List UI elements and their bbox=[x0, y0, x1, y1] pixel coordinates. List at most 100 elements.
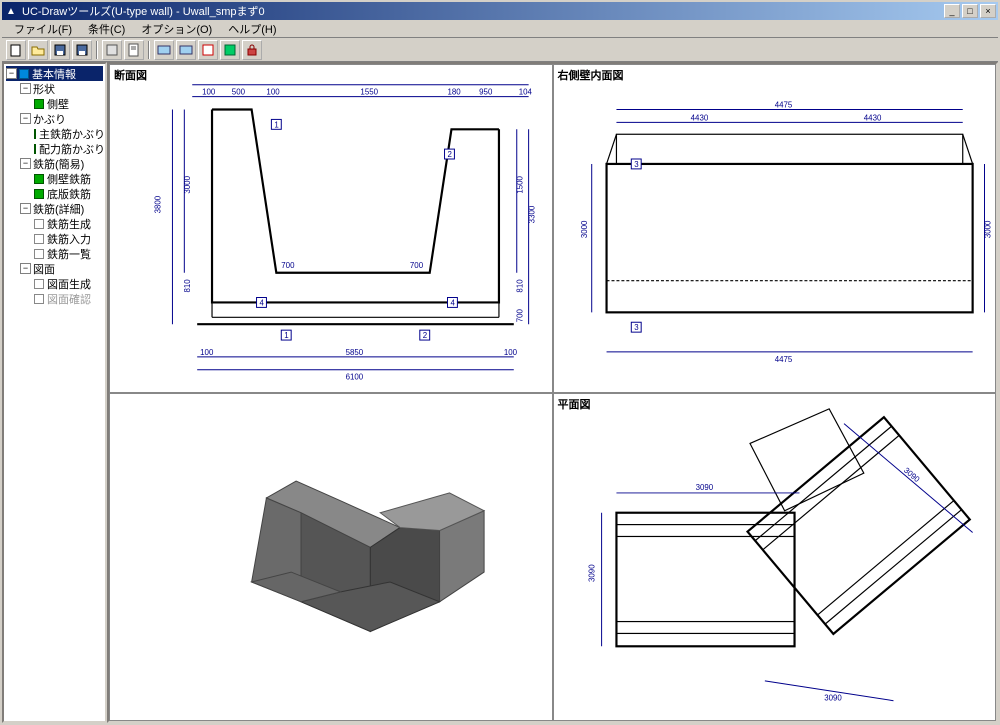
view4-icon[interactable] bbox=[220, 40, 240, 60]
svg-text:1: 1 bbox=[274, 120, 279, 129]
svg-text:4: 4 bbox=[260, 298, 265, 307]
svg-text:3000: 3000 bbox=[183, 175, 192, 193]
tree-label: 鉄筋(簡易) bbox=[33, 156, 84, 172]
tree-label: 鉄筋入力 bbox=[47, 231, 91, 247]
tree-main-cover[interactable]: 主鉄筋かぶり bbox=[6, 126, 103, 141]
svg-text:4: 4 bbox=[450, 298, 455, 307]
tree-root[interactable]: −基本情報 bbox=[6, 66, 103, 81]
tree-label: 底版鉄筋 bbox=[47, 186, 91, 202]
window-title: UC-Drawツールズ(U-type wall) - Uwall_smpまず0 bbox=[22, 3, 944, 19]
tree-drawing[interactable]: −図面 bbox=[6, 261, 103, 276]
tree-drawing-gen[interactable]: 図面生成 bbox=[6, 276, 103, 291]
tree-shape[interactable]: −形状 bbox=[6, 81, 103, 96]
save-as-icon[interactable] bbox=[72, 40, 92, 60]
svg-text:4475: 4475 bbox=[774, 355, 792, 364]
svg-text:950: 950 bbox=[479, 88, 493, 97]
tree-base-rebar[interactable]: 底版鉄筋 bbox=[6, 186, 103, 201]
close-button[interactable]: × bbox=[980, 4, 996, 18]
menubar: ファイル(F) 条件(C) オプション(O) ヘルプ(H) bbox=[2, 20, 998, 38]
view3-icon[interactable] bbox=[198, 40, 218, 60]
svg-text:4430: 4430 bbox=[690, 113, 708, 122]
app-window: ▲ UC-Drawツールズ(U-type wall) - Uwall_smpまず… bbox=[0, 0, 1000, 725]
calc-icon[interactable] bbox=[102, 40, 122, 60]
svg-text:3000: 3000 bbox=[579, 220, 588, 238]
svg-text:2: 2 bbox=[447, 150, 451, 159]
tree-rebar-gen[interactable]: 鉄筋生成 bbox=[6, 216, 103, 231]
svg-text:3000: 3000 bbox=[983, 220, 992, 238]
tree-dist-cover[interactable]: 配力筋かぶり bbox=[6, 141, 103, 156]
tree-label: 図面 bbox=[33, 261, 55, 277]
tree-wall-rebar[interactable]: 側壁鉄筋 bbox=[6, 171, 103, 186]
menu-options[interactable]: オプション(O) bbox=[133, 20, 220, 38]
svg-text:700: 700 bbox=[516, 308, 525, 322]
tree-rebar-list[interactable]: 鉄筋一覧 bbox=[6, 246, 103, 261]
svg-text:810: 810 bbox=[183, 279, 192, 293]
svg-text:104: 104 bbox=[519, 88, 533, 97]
view-label-rightwall: 右側壁内面図 bbox=[558, 67, 624, 83]
lock-icon[interactable] bbox=[242, 40, 262, 60]
menu-help[interactable]: ヘルプ(H) bbox=[220, 20, 284, 38]
minimize-button[interactable]: _ bbox=[944, 4, 960, 18]
svg-text:700: 700 bbox=[281, 261, 295, 270]
view-3d[interactable] bbox=[109, 393, 553, 722]
tree-rebar-simple[interactable]: −鉄筋(簡易) bbox=[6, 156, 103, 171]
svg-text:5850: 5850 bbox=[346, 348, 364, 357]
svg-text:3: 3 bbox=[634, 323, 639, 332]
tree-rebar-input[interactable]: 鉄筋入力 bbox=[6, 231, 103, 246]
view2-icon[interactable] bbox=[176, 40, 196, 60]
tree-drawing-confirm[interactable]: 図面確認 bbox=[6, 291, 103, 306]
view-plan[interactable]: 平面図 bbox=[553, 393, 997, 722]
svg-text:100: 100 bbox=[200, 348, 214, 357]
svg-text:1500: 1500 bbox=[516, 175, 525, 193]
tree-label: 側壁 bbox=[47, 96, 69, 112]
menu-condition[interactable]: 条件(C) bbox=[80, 20, 133, 38]
svg-text:100: 100 bbox=[504, 348, 518, 357]
titlebar: ▲ UC-Drawツールズ(U-type wall) - Uwall_smpまず… bbox=[2, 2, 998, 20]
svg-text:3090: 3090 bbox=[695, 482, 713, 491]
svg-text:3090: 3090 bbox=[824, 693, 842, 702]
viewport: 断面図 100 500 100 1550 180 950 bbox=[107, 62, 998, 723]
menu-file[interactable]: ファイル(F) bbox=[6, 20, 80, 38]
tree-label: 図面生成 bbox=[47, 276, 91, 292]
svg-text:1550: 1550 bbox=[360, 88, 378, 97]
svg-text:4475: 4475 bbox=[774, 101, 792, 110]
svg-text:100: 100 bbox=[266, 88, 280, 97]
tree-label: 形状 bbox=[33, 81, 55, 97]
model-3d-icon bbox=[252, 481, 485, 631]
new-file-icon[interactable] bbox=[6, 40, 26, 60]
view-label-section: 断面図 bbox=[114, 67, 147, 83]
svg-text:3: 3 bbox=[634, 160, 639, 169]
tree-label: 鉄筋生成 bbox=[47, 216, 91, 232]
tree-cover[interactable]: −かぶり bbox=[6, 111, 103, 126]
maximize-button[interactable]: □ bbox=[962, 4, 978, 18]
view-icon[interactable] bbox=[154, 40, 174, 60]
svg-text:3800: 3800 bbox=[154, 195, 163, 213]
tree-label: 図面確認 bbox=[47, 291, 91, 307]
svg-text:3300: 3300 bbox=[528, 205, 537, 223]
tree-label: 主鉄筋かぶり bbox=[39, 126, 105, 142]
tree-label: 側壁鉄筋 bbox=[47, 171, 91, 187]
tree-label: 鉄筋(詳細) bbox=[33, 201, 84, 217]
doc-icon[interactable] bbox=[124, 40, 144, 60]
svg-text:700: 700 bbox=[410, 261, 424, 270]
view-section[interactable]: 断面図 100 500 100 1550 180 950 bbox=[109, 64, 553, 393]
view-label-plan: 平面図 bbox=[558, 396, 591, 412]
toolbar-separator bbox=[148, 41, 150, 59]
svg-text:6100: 6100 bbox=[346, 373, 364, 382]
app-icon: ▲ bbox=[4, 4, 18, 18]
svg-text:810: 810 bbox=[516, 279, 525, 293]
tree-label: かぶり bbox=[33, 111, 66, 127]
svg-text:1: 1 bbox=[284, 331, 289, 340]
tree-panel[interactable]: −基本情報 −形状 側壁 −かぶり 主鉄筋かぶり 配力筋かぶり −鉄筋(簡易) … bbox=[2, 62, 107, 723]
tree-label: 配力筋かぶり bbox=[39, 141, 105, 157]
open-file-icon[interactable] bbox=[28, 40, 48, 60]
tree-root-label: 基本情報 bbox=[32, 66, 76, 82]
svg-text:180: 180 bbox=[447, 88, 461, 97]
view-right-wall[interactable]: 右側壁内面図 4475 4430 4430 bbox=[553, 64, 997, 393]
main-area: −基本情報 −形状 側壁 −かぶり 主鉄筋かぶり 配力筋かぶり −鉄筋(簡易) … bbox=[2, 62, 998, 723]
save-icon[interactable] bbox=[50, 40, 70, 60]
tree-rebar-detail[interactable]: −鉄筋(詳細) bbox=[6, 201, 103, 216]
tree-sidewall[interactable]: 側壁 bbox=[6, 96, 103, 111]
tree-label: 鉄筋一覧 bbox=[47, 246, 91, 262]
svg-text:3090: 3090 bbox=[587, 563, 596, 581]
